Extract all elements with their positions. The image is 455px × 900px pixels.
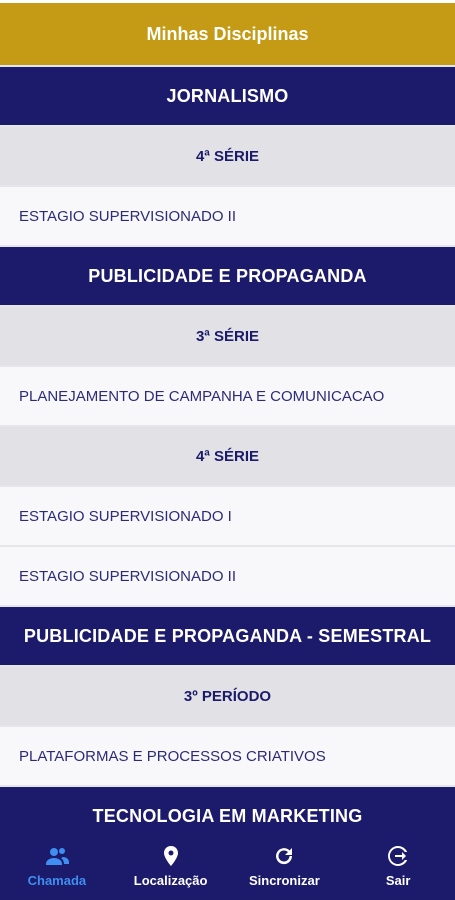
course-header-publicidade: PUBLICIDADE E PROPAGANDA [0, 247, 455, 305]
nav-chamada[interactable]: Chamada [0, 828, 114, 900]
nav-localizacao[interactable]: Localização [114, 828, 228, 900]
subject-item[interactable]: PLATAFORMAS E PROCESSOS CRIATIVOS [0, 727, 455, 785]
nav-label: Sair [385, 873, 411, 888]
nav-label: Localização [133, 873, 208, 888]
logout-icon [388, 845, 408, 866]
nav-sincronizar[interactable]: Sincronizar [228, 828, 342, 900]
serie-header: 4ª SÉRIE [0, 427, 455, 485]
subject-item[interactable]: ESTAGIO SUPERVISIONADO II [0, 187, 455, 245]
serie-header: 3ª SÉRIE [0, 307, 455, 365]
people-icon [45, 848, 69, 865]
app-screen: Minhas Disciplinas JORNALISMO 4ª SÉRIE E… [0, 0, 455, 900]
bottom-navigation: Chamada Localização Sincronizar Sair [0, 828, 455, 900]
subject-item[interactable]: PLANEJAMENTO DE CAMPANHA E COMUNICACAO [0, 367, 455, 425]
nav-label: Chamada [27, 873, 87, 888]
location-pin-icon [163, 846, 178, 866]
nav-label: Sincronizar [248, 873, 320, 888]
page-title: Minhas Disciplinas [0, 3, 455, 65]
nav-sair[interactable]: Sair [341, 828, 455, 900]
course-header-jornalismo: JORNALISMO [0, 67, 455, 125]
serie-header: 4ª SÉRIE [0, 127, 455, 185]
periodo-header: 3º PERÍODO [0, 667, 455, 725]
refresh-icon [276, 848, 293, 865]
subject-item[interactable]: ESTAGIO SUPERVISIONADO I [0, 487, 455, 545]
course-header-publicidade-semestral: PUBLICIDADE E PROPAGANDA - SEMESTRAL [0, 607, 455, 665]
subject-item[interactable]: ESTAGIO SUPERVISIONADO II [0, 547, 455, 605]
